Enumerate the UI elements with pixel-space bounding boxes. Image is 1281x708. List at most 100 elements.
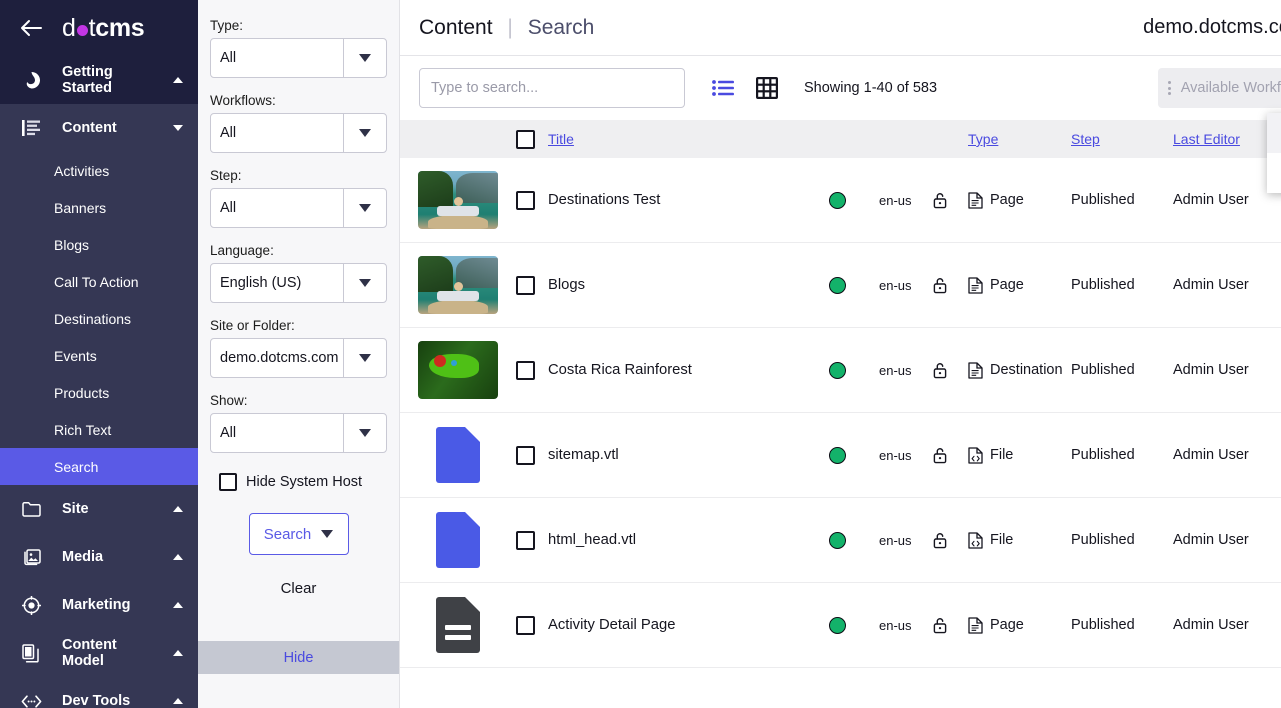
hide-panel-button[interactable]: Hide: [198, 641, 399, 674]
grid-view-icon[interactable]: [756, 77, 778, 99]
sidebar-item-activities[interactable]: Activities: [0, 152, 198, 189]
row-checkbox[interactable]: [516, 616, 535, 635]
filter-label-show: Show:: [210, 393, 387, 408]
table-row[interactable]: html_head.vtlen-usFilePublishedAdmin Use…: [400, 498, 1281, 583]
page-icon: [968, 617, 983, 634]
row-title[interactable]: sitemap.vtl: [548, 447, 619, 463]
select-all-checkbox[interactable]: [516, 130, 535, 149]
sidebar-group-content[interactable]: Content: [0, 104, 198, 152]
sidebar-group-site[interactable]: Site: [0, 485, 198, 533]
sidebar-group-media[interactable]: Media: [0, 533, 198, 581]
row-title[interactable]: Activity Detail Page: [548, 617, 675, 633]
row-thumbnail: [418, 171, 498, 229]
breadcrumb-separator: |: [507, 16, 512, 39]
chevron-up-icon[interactable]: [158, 506, 198, 512]
row-checkbox[interactable]: [516, 531, 535, 550]
row-last-editor: Admin User: [1173, 277, 1281, 293]
table-row[interactable]: Blogsen-usPagePublishedAdmin User8/30/20…: [400, 243, 1281, 328]
row-title[interactable]: Costa Rica Rainforest: [548, 362, 692, 378]
row-checkbox[interactable]: [516, 191, 535, 210]
list-view-icon[interactable]: [712, 79, 734, 97]
row-type: Page: [990, 192, 1024, 208]
logo-text-t: t: [89, 14, 96, 43]
chevron-up-icon[interactable]: [158, 602, 198, 608]
title-column-header: Title: [516, 130, 796, 149]
row-title[interactable]: Blogs: [548, 277, 585, 293]
filter-select-workflows[interactable]: All: [210, 113, 387, 153]
clear-filters-button[interactable]: Clear: [210, 580, 387, 597]
sidebar-group-dev-tools[interactable]: Dev Tools: [0, 677, 198, 708]
filter-search-button[interactable]: Search: [249, 513, 349, 555]
table-row[interactable]: Activity Detail Pageen-usPagePublishedAd…: [400, 583, 1281, 668]
table-row[interactable]: sitemap.vtlen-usFilePublishedAdmin User5…: [400, 413, 1281, 498]
row-title-cell: Activity Detail Page: [516, 616, 796, 635]
sort-by-last-editor[interactable]: Last Editor: [1173, 131, 1240, 147]
back-button[interactable]: [0, 19, 62, 37]
chevron-up-icon[interactable]: [158, 77, 198, 83]
add-content-menu: Add New ContentImport Content: [1267, 113, 1281, 193]
menu-item-add-new-content[interactable]: Add New Content: [1267, 113, 1281, 153]
chevron-up-icon[interactable]: [158, 650, 198, 656]
chevron-up-icon[interactable]: [158, 554, 198, 560]
chevron-down-icon[interactable]: [343, 264, 386, 302]
breadcrumb-parent[interactable]: Content: [419, 16, 493, 39]
row-last-editor: Admin User: [1173, 447, 1281, 463]
sort-by-title[interactable]: Title: [548, 131, 574, 147]
available-workflow-actions-button[interactable]: Available Workflow Actions: [1158, 68, 1281, 108]
chevron-down-icon[interactable]: [158, 125, 198, 131]
filter-select-step[interactable]: All: [210, 188, 387, 228]
sidebar-group-content-model[interactable]: Content Model: [0, 629, 198, 677]
chevron-down-icon[interactable]: [343, 39, 386, 77]
sidebar-item-products[interactable]: Products: [0, 374, 198, 411]
table-row[interactable]: Costa Rica Rainforesten-usDestinationPub…: [400, 328, 1281, 413]
sidebar-group-label: Content: [62, 120, 158, 136]
chevron-up-icon[interactable]: [158, 698, 198, 704]
filter-select-site-or-folder[interactable]: demo.dotcms.com: [210, 338, 387, 378]
sidebar-group-getting-started[interactable]: Getting Started: [0, 56, 198, 104]
hide-system-host-toggle[interactable]: Hide System Host: [210, 473, 387, 491]
sidebar-group-label: Media: [62, 549, 158, 565]
row-lock-cell: [933, 532, 968, 549]
row-title[interactable]: Destinations Test: [548, 192, 660, 208]
sort-by-step[interactable]: Step: [1071, 131, 1100, 147]
menu-item-import-content[interactable]: Import Content: [1267, 153, 1281, 193]
sidebar-item-destinations[interactable]: Destinations: [0, 300, 198, 337]
row-type-cell: Page: [968, 192, 1071, 209]
row-type-cell: Page: [968, 617, 1071, 634]
filter-select-type[interactable]: All: [210, 38, 387, 78]
row-checkbox[interactable]: [516, 276, 535, 295]
status-badge: [829, 277, 846, 294]
sidebar-item-events[interactable]: Events: [0, 337, 198, 374]
chevron-down-icon[interactable]: [343, 189, 386, 227]
filter-value-language: English (US): [211, 275, 343, 291]
chevron-down-icon[interactable]: [343, 339, 386, 377]
sidebar-item-blogs[interactable]: Blogs: [0, 226, 198, 263]
sidebar-item-search[interactable]: Search: [0, 448, 198, 485]
filter-panel: Type:AllWorkflows:AllStep:AllLanguage:En…: [198, 0, 400, 708]
sidebar-item-banners[interactable]: Banners: [0, 189, 198, 226]
filter-select-show[interactable]: All: [210, 413, 387, 453]
sort-by-type[interactable]: Type: [968, 131, 998, 147]
row-checkbox[interactable]: [516, 446, 535, 465]
search-input[interactable]: [431, 80, 673, 96]
sidebar-item-rich-text[interactable]: Rich Text: [0, 411, 198, 448]
kebab-icon: [1168, 81, 1171, 95]
dotcms-logo[interactable]: d t cms: [62, 14, 144, 43]
app-root: d t cms Getting Started: [0, 0, 1281, 708]
row-type-cell: Destination: [968, 362, 1071, 379]
chevron-down-icon[interactable]: [343, 114, 386, 152]
sidebar-group-marketing[interactable]: Marketing: [0, 581, 198, 629]
filter-label-language: Language:: [210, 243, 387, 258]
row-lock-cell: [933, 447, 968, 464]
row-title[interactable]: html_head.vtl: [548, 532, 636, 548]
table-row[interactable]: Destinations Testen-usPagePublishedAdmin…: [400, 158, 1281, 243]
sidebar-item-call-to-action[interactable]: Call To Action: [0, 263, 198, 300]
row-type-cell: Page: [968, 277, 1071, 294]
chevron-down-icon[interactable]: [343, 414, 386, 452]
hide-system-host-checkbox[interactable]: [219, 473, 237, 491]
row-type: Destination: [990, 362, 1063, 378]
row-checkbox[interactable]: [516, 361, 535, 380]
search-box[interactable]: [419, 68, 685, 108]
row-last-editor: Admin User: [1173, 617, 1281, 633]
filter-select-language[interactable]: English (US): [210, 263, 387, 303]
